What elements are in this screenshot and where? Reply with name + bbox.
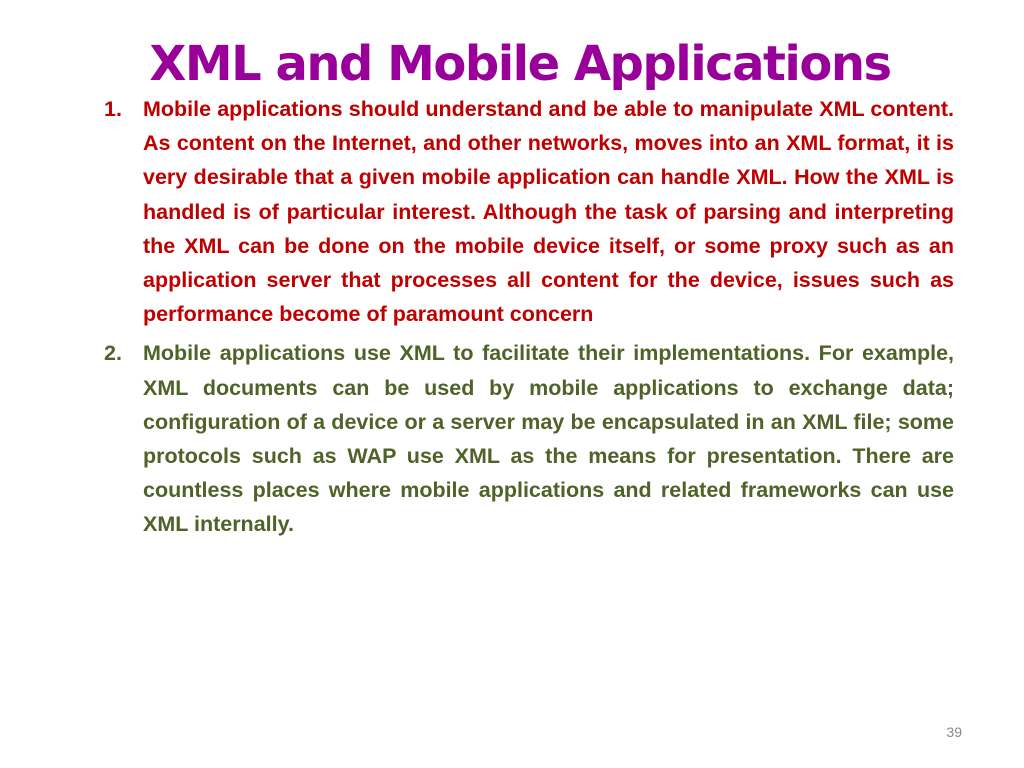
item-number: 1. — [104, 97, 122, 121]
item-text: Mobile applications should understand an… — [143, 97, 954, 327]
slide-title: XML and Mobile Applications — [149, 36, 892, 92]
item-text: Mobile applications use XML to facilitat… — [143, 341, 954, 537]
page-number: 39 — [946, 724, 962, 740]
numbered-list: 1. Mobile applications should understand… — [100, 92, 954, 542]
list-item: 1. Mobile applications should understand… — [100, 92, 954, 331]
list-item: 2. Mobile applications use XML to facili… — [100, 336, 954, 541]
item-number: 2. — [104, 341, 122, 366]
